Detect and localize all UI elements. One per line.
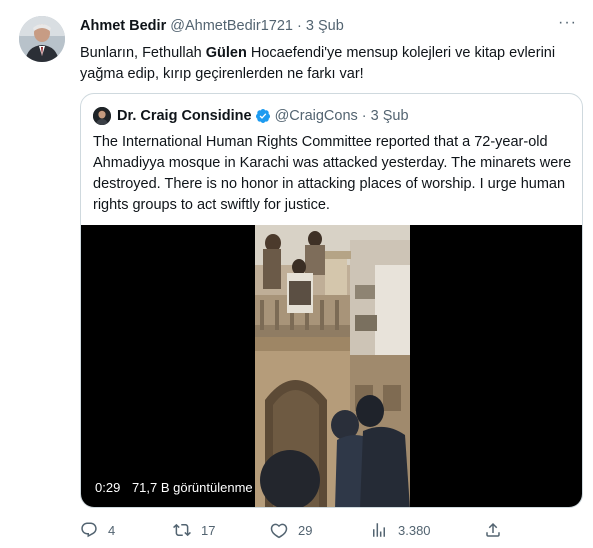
reply-icon [81,522,97,538]
quoted-separator-dot: · [361,108,367,124]
quoted-avatar[interactable] [93,107,111,125]
quoted-author-name[interactable]: Dr. Craig Considine [117,108,252,124]
like-button[interactable]: 29 [270,521,312,539]
views-icon [373,523,385,537]
retweet-count: 17 [201,522,216,538]
views-count: 3.380 [398,522,431,538]
retweet-button[interactable]: 17 [173,521,215,539]
tweet-time[interactable]: 3 Şub [306,18,344,34]
share-button[interactable] [484,521,512,539]
video-stats: 0:29 71,7 B görüntülenme [95,480,261,495]
avatar[interactable] [19,16,65,62]
separator-dot: · [297,18,302,34]
share-icon [486,522,500,537]
video-views: 71,7 B görüntülenme [131,480,253,495]
quoted-text: The International Human Rights Committee… [93,134,572,213]
tweet-text: Bunların, Fethullah Gülen Hocaefendi'ye … [80,43,570,85]
reply-count: 4 [108,522,116,538]
more-icon[interactable]: ··· [558,14,577,32]
like-icon [270,523,288,539]
author-handle[interactable]: @AhmetBedir1721 [170,18,293,34]
tweet[interactable]: Ahmet Bedir @AhmetBedir1721 · 3 Şub ··· … [0,0,593,548]
quoted-author-handle[interactable]: @CraigCons [275,108,358,124]
video-player[interactable]: 0:29 71,7 B görüntülenme [81,225,582,507]
tweet-header: Ahmet Bedir @AhmetBedir1721 · 3 Şub [80,18,344,34]
video-duration: 0:29 [95,480,121,495]
quoted-time[interactable]: 3 Şub [371,108,409,124]
tweet-text-highlight: Gülen [205,45,247,61]
author-name[interactable]: Ahmet Bedir [80,18,166,34]
tweet-text-start: Bunların, Fethullah [80,45,206,61]
verified-icon [255,109,270,123]
views-button[interactable]: 3.380 [370,521,431,539]
quoted-tweet[interactable]: Dr. Craig Considine @CraigCons · 3 Şub T… [80,93,583,508]
video-thumbnail [255,225,410,507]
reply-button[interactable]: 4 [80,521,115,539]
retweet-icon [173,523,191,537]
action-bar: 4 17 29 3.380 [80,521,590,545]
like-count: 29 [298,522,313,538]
quoted-header: Dr. Craig Considine @CraigCons · 3 Şub [117,108,409,124]
